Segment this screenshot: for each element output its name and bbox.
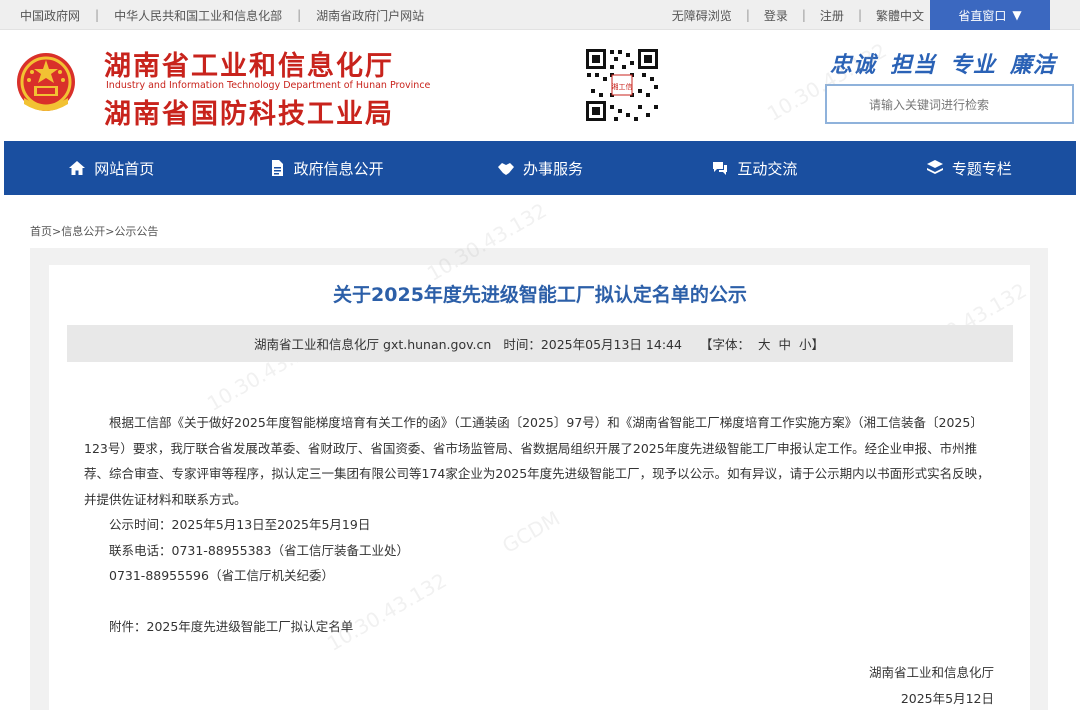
article-time: 时间：2025年05月13日 14:44 <box>503 337 682 352</box>
org-name-english: Industry and Information Technology Depa… <box>106 80 431 91</box>
attachment-link[interactable]: 附件：2025年度先进级智能工厂拟认定名单 <box>84 614 1002 640</box>
motto: 忠诚 担当 专业 廉洁 <box>830 47 1056 79</box>
nav-item-home[interactable]: 网站首页 <box>4 141 218 195</box>
top-bar: 中国政府网 | 中华人民共和国工业和信息化部 | 湖南省政府门户网站 无障碍浏览… <box>0 0 1080 30</box>
login-link[interactable]: 登录 <box>764 7 788 24</box>
signature-date: 2025年5月12日 <box>900 691 994 706</box>
traditional-chinese-link[interactable]: 繁體中文 <box>876 7 924 24</box>
nav-label: 网站首页 <box>94 159 155 178</box>
article-paragraph: 根据工信部《关于做好2025年度智能梯度培育有关工作的函》（工通装函〔2025〕… <box>84 415 990 507</box>
home-icon <box>69 161 86 175</box>
document-icon <box>271 160 283 176</box>
national-emblem-icon <box>17 53 75 111</box>
breadcrumb[interactable]: 首页>信息公开>公示公告 <box>30 223 158 239</box>
region-window-label: 省直窗口 <box>958 8 1007 23</box>
separator: | <box>745 8 750 22</box>
nav-item-special-topics[interactable]: 专题专栏 <box>862 141 1076 195</box>
signature: 湖南省工业和信息化厅 2025年5月12日 <box>869 660 994 710</box>
motto-item: 担当 <box>890 53 937 78</box>
register-link[interactable]: 注册 <box>820 7 844 24</box>
nav-label: 办事服务 <box>523 159 584 178</box>
nav-item-interaction[interactable]: 互动交流 <box>647 141 861 195</box>
user-links: 无障碍浏览 | 登录 | 注册 | 繁體中文 <box>672 0 924 30</box>
separator: | <box>801 8 806 22</box>
qr-caption: 湘工信 <box>612 82 633 91</box>
search-placeholder: 请输入关键词进行检索 <box>869 97 990 112</box>
article-body: 根据工信部《关于做好2025年度智能梯度培育有关工作的函》（工通装函〔2025〕… <box>84 410 1002 639</box>
link-hunan-gov[interactable]: 湖南省政府门户网站 <box>316 7 424 24</box>
motto-item: 廉洁 <box>1010 53 1057 78</box>
nav-item-services[interactable]: 办事服务 <box>433 141 647 195</box>
article-title: 关于2025年度先进级智能工厂拟认定名单的公示 <box>333 284 747 306</box>
nav-item-info-disclosure[interactable]: 政府信息公开 <box>218 141 432 195</box>
link-miit[interactable]: 中华人民共和国工业和信息化部 <box>114 7 282 24</box>
org-name-secondary: 湖南省国防科技工业局 <box>104 99 394 130</box>
contact-phone-2: 0731-88955596（省工信厅机关纪委） <box>109 568 334 583</box>
motto-item: 忠诚 <box>830 53 877 78</box>
contact-phone-1: 联系电话：0731-88955383（省工信厅装备工业处） <box>109 542 409 558</box>
motto-item: 专业 <box>950 53 997 78</box>
nav-label: 互动交流 <box>737 159 798 178</box>
separator: | <box>297 8 302 22</box>
article-source: 湖南省工业和信息化厅 gxt.hunan.gov.cn <box>254 337 492 352</box>
search-input[interactable]: 请输入关键词进行检索 <box>825 84 1074 124</box>
nav-label: 政府信息公开 <box>293 159 384 178</box>
separator: | <box>857 8 862 22</box>
nav-label: 专题专栏 <box>951 159 1012 178</box>
layers-icon <box>926 160 943 174</box>
accessibility-link[interactable]: 无障碍浏览 <box>672 7 732 24</box>
region-window-button[interactable]: 省直窗口 ▼ <box>930 0 1050 30</box>
font-size-large-button[interactable]: 大 <box>758 337 771 352</box>
publicity-period: 公示时间：2025年5月13日至2025年5月19日 <box>109 517 371 532</box>
font-size-control: 【字体： 大 中 小】 <box>698 334 826 353</box>
site-header: 湖南省工业和信息化厅 Industry and Information Tech… <box>0 30 1080 141</box>
font-size-small-button[interactable]: 小】 <box>799 337 824 352</box>
signature-org: 湖南省工业和信息化厅 <box>868 665 994 680</box>
separator: | <box>95 8 100 22</box>
font-size-label: 【字体： <box>699 337 750 352</box>
font-size-medium-button[interactable]: 中 <box>778 337 791 352</box>
handshake-icon <box>498 163 514 175</box>
external-links: 中国政府网 | 中华人民共和国工业和信息化部 | 湖南省政府门户网站 <box>20 0 424 30</box>
chat-icon <box>713 162 728 175</box>
qr-code-icon: 湘工信 <box>584 47 660 123</box>
chevron-down-icon: ▼ <box>1012 8 1022 22</box>
org-name-primary: 湖南省工业和信息化厅 <box>104 51 394 82</box>
article-meta: 湖南省工业和信息化厅 gxt.hunan.gov.cn 时间：2025年05月1… <box>67 325 1013 362</box>
main-nav: 网站首页 政府信息公开 办事服务 互动交流 专题专栏 <box>4 141 1076 195</box>
link-china-gov[interactable]: 中国政府网 <box>20 7 80 24</box>
